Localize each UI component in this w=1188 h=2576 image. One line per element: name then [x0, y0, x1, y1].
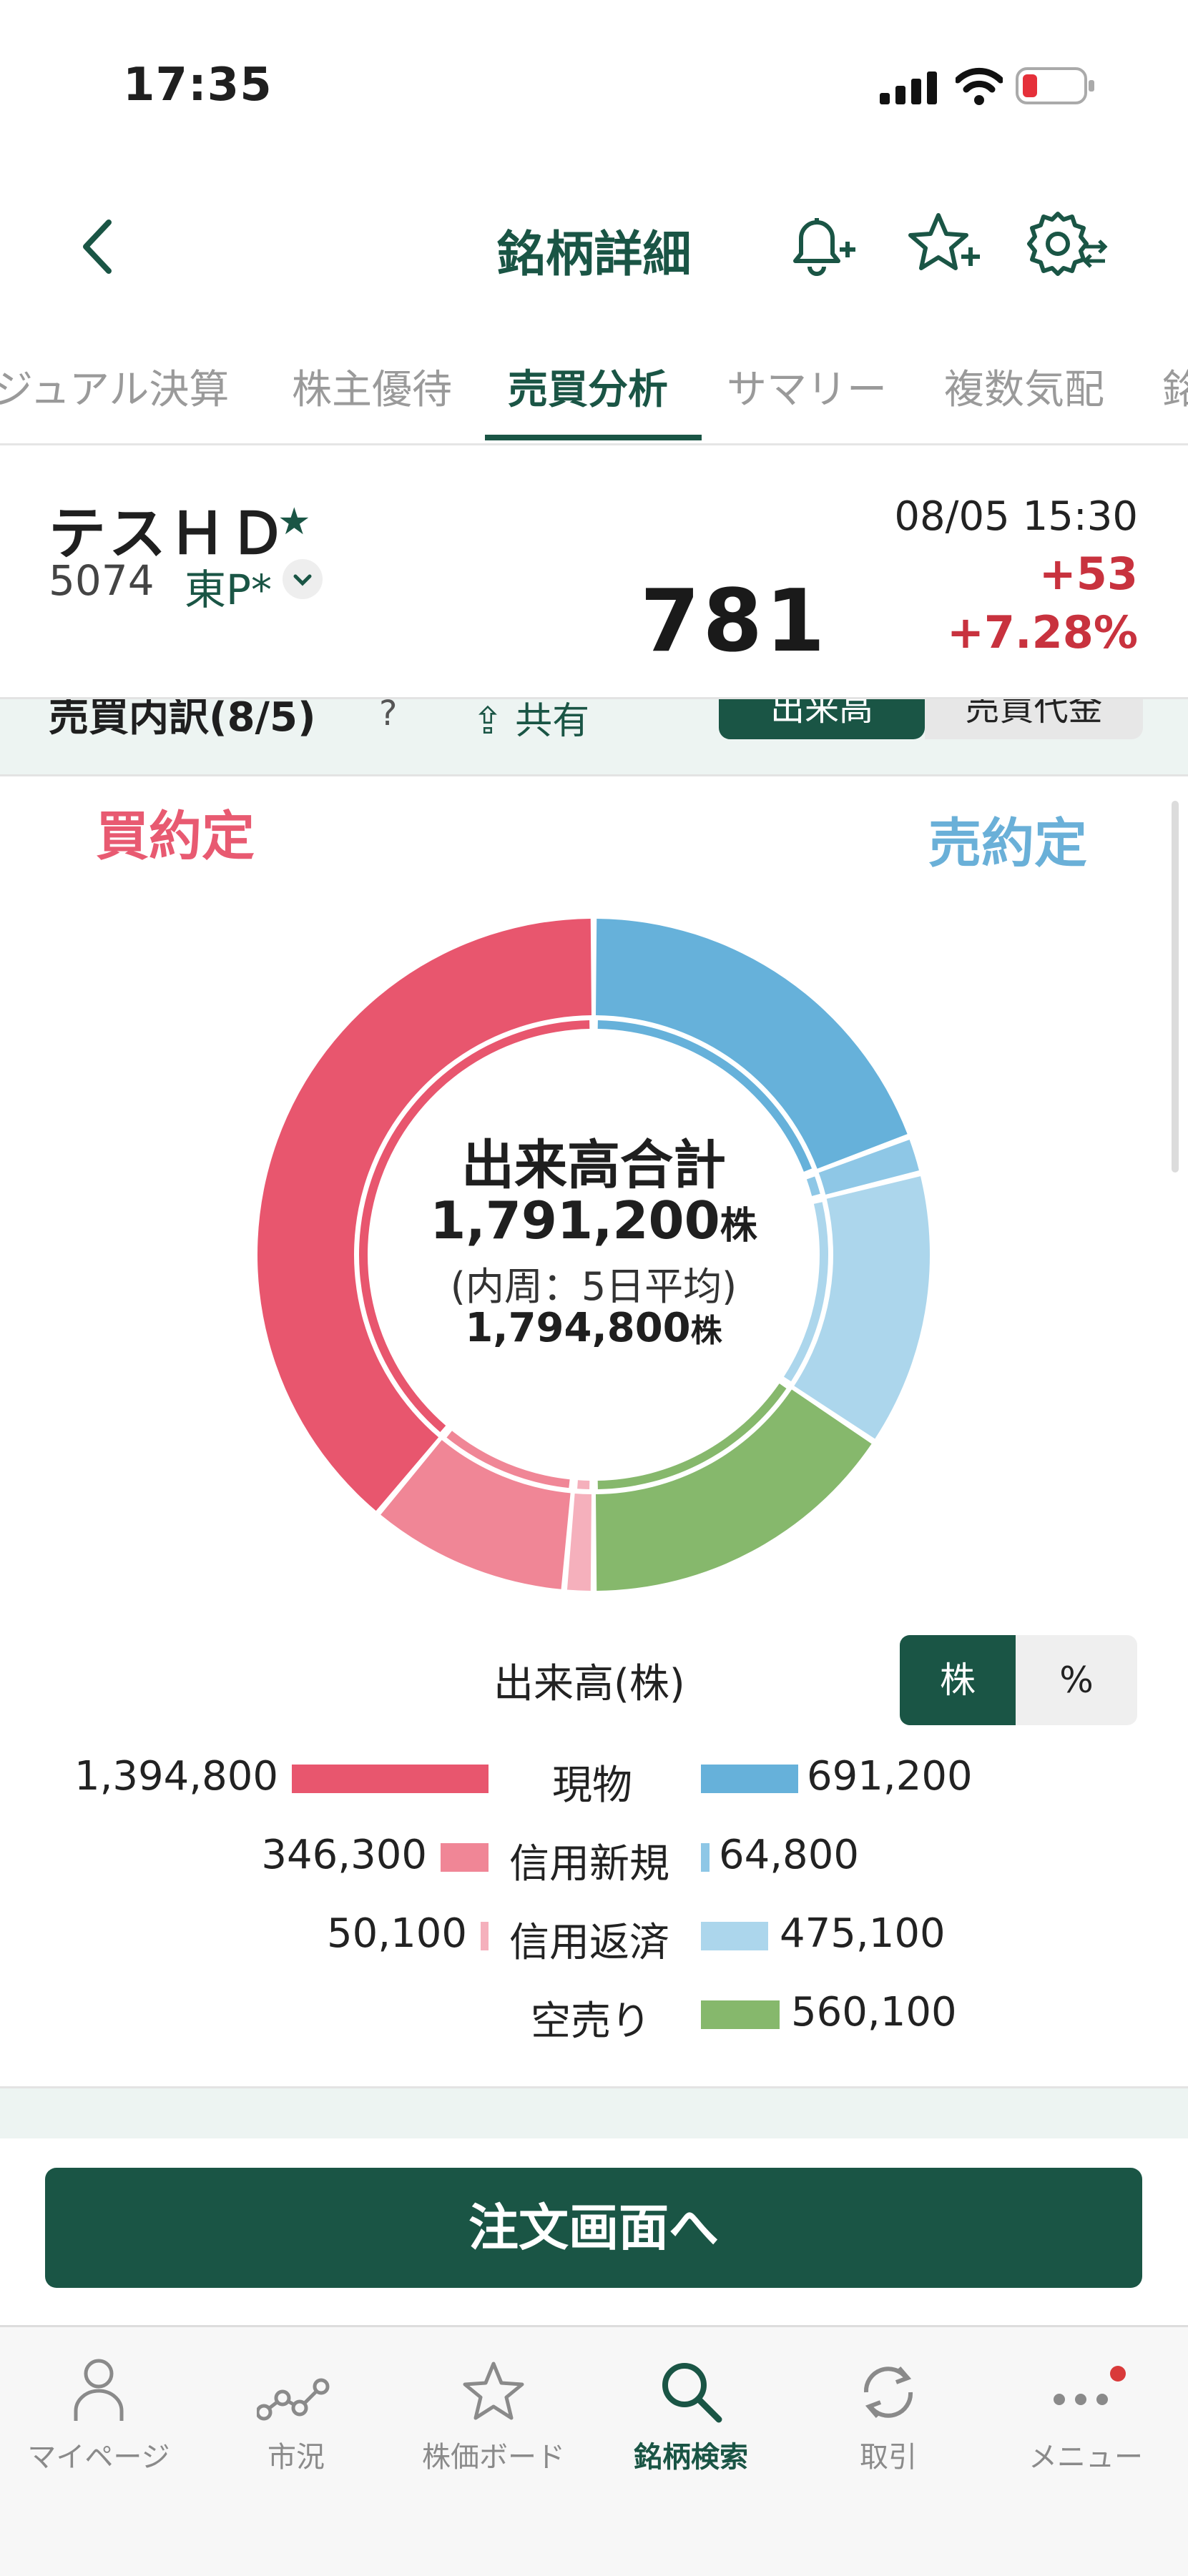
bottom-tab-label: 株価ボード — [422, 2441, 565, 2474]
unit-percent-toggle[interactable]: % — [1016, 1635, 1137, 1725]
price-change: +53 — [1039, 548, 1138, 600]
unit-shares-toggle[interactable]: 株 — [900, 1635, 1016, 1725]
person-icon — [74, 2359, 124, 2421]
row-label-short-sell: 空売り — [531, 1998, 651, 2045]
bottom-tab-label: マイページ — [27, 2441, 170, 2474]
star-icon — [463, 2362, 524, 2420]
donut-outer-segment-2 — [566, 1493, 591, 1591]
tab-visual-earnings[interactable]: ジュアル決算 — [0, 357, 229, 415]
tab-trade-analysis[interactable]: 売買分析 — [508, 357, 668, 415]
bottom-tab-label: 銘柄検索 — [634, 2441, 748, 2474]
bottom-tab-trade[interactable]: 取引 — [790, 2345, 987, 2475]
sell-margin-repay-bar — [701, 1922, 768, 1950]
tab-more[interactable]: 銘 — [1162, 357, 1188, 415]
legend-title: 出来高(株) — [494, 1661, 685, 1707]
bottom-tab-label: 市況 — [267, 2441, 325, 2474]
donut-total-unit: 株 — [720, 1205, 757, 1248]
active-tab-indicator — [485, 435, 702, 440]
tab-strip: ジュアル決算 株主優待 売買分析 サマリー 複数気配 銘 — [0, 357, 1188, 445]
share-icon: ⇪ — [472, 700, 504, 743]
settings-gear-icon[interactable] — [1026, 209, 1109, 278]
bottom-tab-stock-board[interactable]: 株価ボード — [395, 2345, 592, 2475]
cellular-signal-icon — [880, 71, 937, 104]
donut-total-value: 1,791,200 — [430, 1190, 720, 1250]
row-label-margin-new: 信用新規 — [509, 1841, 669, 1887]
search-icon — [662, 2363, 722, 2423]
price-change-percent: +7.28% — [946, 606, 1138, 658]
sell-margin-new-value: 64,800 — [719, 1832, 859, 1878]
sell-margin-repay-value: 475,100 — [780, 1910, 946, 1957]
share-button[interactable]: ⇪ 共有 — [472, 699, 590, 744]
short-sell-bar — [701, 2000, 780, 2029]
bottom-tab-stock-search[interactable]: 銘柄検索 — [592, 2345, 790, 2475]
bottom-tab-market[interactable]: 市況 — [197, 2345, 395, 2475]
toggle-trade-value[interactable]: 売買代金 — [925, 699, 1143, 739]
bell-add-icon[interactable] — [785, 209, 857, 278]
sell-spot-bar — [701, 1765, 798, 1793]
tab-summary[interactable]: サマリー — [727, 357, 887, 415]
row-label-margin-repay: 信用返済 — [509, 1920, 669, 1966]
star-add-icon[interactable] — [907, 209, 981, 278]
help-icon[interactable]: ? — [379, 699, 397, 734]
sell-spot-value: 691,200 — [807, 1753, 973, 1800]
buy-spot-bar — [292, 1765, 489, 1793]
page-title: 銘柄詳細 — [496, 227, 692, 283]
market-chart-icon — [257, 2378, 330, 2421]
donut-avg-value: 1,794,800 — [465, 1305, 691, 1351]
sell-margin-new-bar — [701, 1843, 710, 1872]
bottom-tab-label: 取引 — [860, 2441, 917, 2474]
chevron-down-icon — [293, 574, 312, 586]
donut-subtitle: (内周：5日平均) — [450, 1264, 737, 1309]
buy-margin-repay-bar — [481, 1922, 489, 1950]
buy-margin-new-value: 346,300 — [261, 1832, 427, 1878]
stock-code: 5074 — [49, 556, 154, 605]
section-title: 売買内訳(8/5) — [49, 697, 316, 741]
donut-inner-segment-4 — [806, 1176, 820, 1196]
next-section-header — [0, 2086, 1188, 2138]
buy-label: 買約定 — [96, 806, 255, 867]
tab-multi-quotes[interactable]: 複数気配 — [944, 357, 1104, 415]
order-screen-button[interactable]: 注文画面へ — [45, 2168, 1142, 2288]
more-icon — [1054, 2366, 1126, 2405]
scrollbar[interactable] — [1172, 801, 1179, 1173]
stock-market[interactable]: 東P* — [185, 556, 272, 616]
donut-inner-segment-2 — [577, 1480, 590, 1489]
current-price: 781 — [640, 572, 828, 671]
section-header: 売買内訳(8/5) ? ⇪ 共有 出来高 売買代金 — [0, 697, 1188, 776]
short-sell-value: 560,100 — [791, 1989, 957, 2035]
buy-margin-new-bar — [441, 1843, 489, 1872]
favorite-star-icon[interactable]: ★ — [278, 500, 311, 543]
buy-spot-value: 1,394,800 — [74, 1753, 278, 1800]
quote-datetime: 08/05 15:30 — [894, 493, 1138, 540]
battery-icon — [1016, 67, 1094, 104]
toggle-volume[interactable]: 出来高 — [719, 699, 925, 739]
share-label: 共有 — [515, 700, 590, 743]
wifi-icon — [956, 67, 1003, 105]
donut-avg-unit: 株 — [690, 1313, 722, 1349]
market-dropdown[interactable] — [283, 559, 323, 599]
bottom-tab-menu[interactable]: メニュー — [987, 2345, 1184, 2475]
donut-avg: 1,794,800株 — [379, 1305, 808, 1351]
donut-center-title: 出来高合計 — [461, 1135, 726, 1196]
bottom-tab-label: メニュー — [1029, 2441, 1143, 2474]
status-time: 17:35 — [123, 59, 273, 112]
tab-shareholder-benefits[interactable]: 株主優待 — [292, 357, 452, 415]
row-label-spot: 現物 — [552, 1762, 632, 1809]
bottom-tab-mypage[interactable]: マイページ — [0, 2345, 197, 2475]
donut-outer-segment-6 — [596, 1389, 872, 1591]
donut-total: 1,791,200株 — [379, 1190, 808, 1250]
buy-margin-repay-value: 50,100 — [327, 1910, 467, 1957]
trade-refresh-icon — [863, 2367, 913, 2418]
sell-label: 売約定 — [928, 813, 1087, 874]
